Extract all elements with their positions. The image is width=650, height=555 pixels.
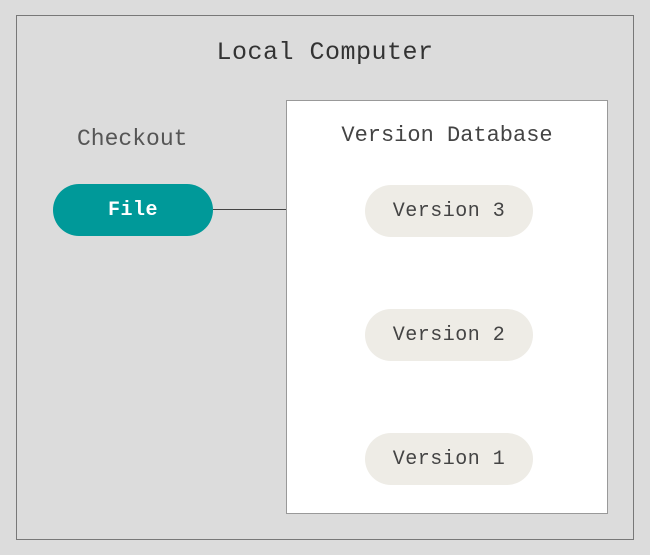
diagram-title: Local Computer	[17, 38, 633, 67]
local-computer-frame: Local Computer Checkout File Version Dat…	[16, 15, 634, 540]
version-database-title: Version Database	[287, 123, 607, 148]
version-1-node: Version 1	[365, 433, 533, 485]
file-node-label: File	[108, 199, 158, 222]
version-3-node: Version 3	[365, 185, 533, 237]
checkout-label: Checkout	[77, 126, 187, 152]
version-3-label: Version 3	[393, 200, 506, 223]
version-1-label: Version 1	[393, 448, 506, 471]
file-node: File	[53, 184, 213, 236]
version-2-label: Version 2	[393, 324, 506, 347]
version-database-box: Version Database Version 3 Version 2 Ver…	[286, 100, 608, 514]
version-2-node: Version 2	[365, 309, 533, 361]
